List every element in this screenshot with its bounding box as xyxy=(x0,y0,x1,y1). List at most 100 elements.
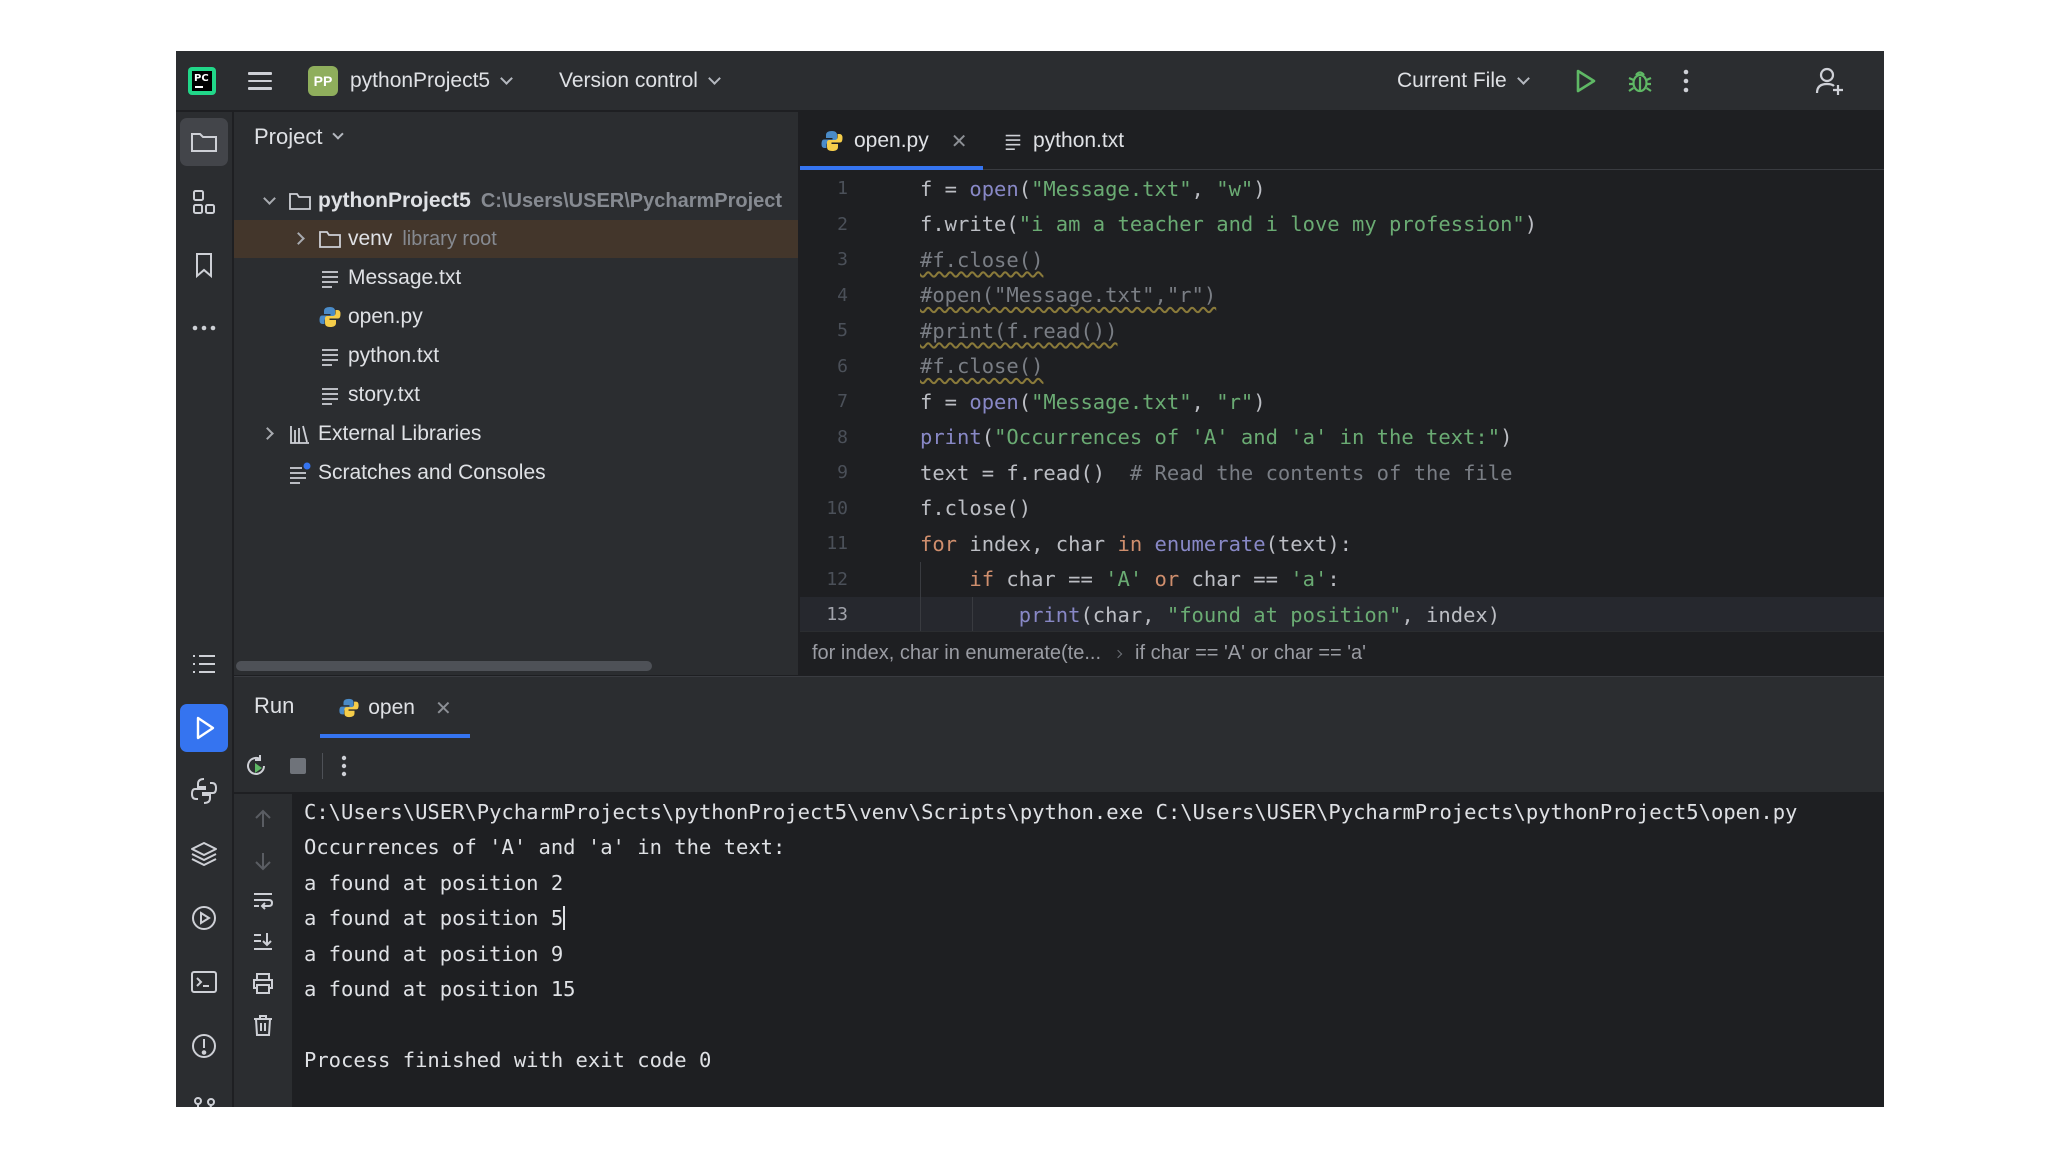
project-selector[interactable]: PP pythonProject5 xyxy=(308,51,513,111)
console-line: a found at position 2 xyxy=(304,870,564,895)
chevron-down-icon xyxy=(708,71,721,85)
tab-open-py[interactable]: open.py ✕ xyxy=(820,112,968,170)
arrow-down-icon[interactable] xyxy=(248,846,278,876)
code-line[interactable]: 3 #f.close() xyxy=(800,242,1884,278)
project-folder-icon[interactable] xyxy=(180,118,228,166)
chevron-right-icon[interactable] xyxy=(292,232,305,245)
code-line[interactable]: 1f = open("Message.txt", "w") xyxy=(800,171,1884,207)
stop-icon[interactable] xyxy=(283,751,313,781)
close-icon[interactable]: ✕ xyxy=(951,129,968,154)
console-line: Process finished with exit code 0 xyxy=(304,1048,712,1073)
console-output[interactable]: C:\Users\USER\PycharmProjects\pythonProj… xyxy=(292,794,1884,1107)
folder-icon xyxy=(318,227,342,251)
run-tool-window-icon[interactable] xyxy=(180,704,228,752)
print-icon[interactable] xyxy=(248,968,278,998)
line-number: 10 xyxy=(826,497,848,519)
scroll-to-end-icon[interactable] xyxy=(248,927,278,957)
run-panel: Run open ✕ C:\Users\USER\PycharmProjects… xyxy=(234,676,1884,1107)
code-line[interactable]: 11 for index, char in enumerate(text): xyxy=(800,526,1884,562)
code-line[interactable]: 12 if char == 'A' or char == 'a': xyxy=(800,561,1884,597)
tree-item-story-txt[interactable]: story.txt xyxy=(234,376,798,414)
terminal-icon[interactable] xyxy=(180,958,228,1006)
run-tab-open[interactable]: open ✕ xyxy=(320,677,470,739)
run-icon xyxy=(1576,69,1596,93)
main-menu-icon[interactable] xyxy=(246,51,274,111)
chevron-down-icon[interactable] xyxy=(263,192,276,205)
project-panel-header[interactable]: Project xyxy=(254,124,345,150)
more-tool-windows-icon[interactable] xyxy=(180,304,228,352)
console-line: a found at position 5 xyxy=(304,906,564,931)
tree-item-label: Scratches and Consoles xyxy=(318,461,546,484)
tree-item-label: External Libraries xyxy=(318,422,482,445)
tree-item-label: venv xyxy=(348,227,393,250)
run-panel-title: Run xyxy=(254,693,295,718)
more-options-icon[interactable] xyxy=(1681,51,1691,111)
python-file-icon xyxy=(318,305,342,329)
trash-icon[interactable] xyxy=(248,1010,278,1040)
code-line[interactable]: 4 #open("Message.txt","r") xyxy=(800,278,1884,314)
tab-python-txt[interactable]: python.txt xyxy=(1003,112,1124,170)
tree-item-scratches[interactable]: Scratches and Consoles xyxy=(234,454,798,492)
code-line[interactable]: 8 print("Occurrences of 'A' and 'a' in th… xyxy=(800,420,1884,456)
run-config-selector[interactable]: Current File xyxy=(1397,51,1530,111)
tree-item-venv[interactable]: venv library root xyxy=(234,220,798,258)
code-line[interactable]: 7f = open("Message.txt", "r") xyxy=(800,384,1884,420)
rerun-icon[interactable] xyxy=(241,751,271,781)
version-control-label: Version control xyxy=(559,69,698,92)
tab-label: python.txt xyxy=(1033,129,1125,152)
version-control-menu[interactable]: Version control xyxy=(559,51,721,111)
code-editor[interactable]: 1f = open("Message.txt", "w") 2 f.write("… xyxy=(800,171,1884,633)
chevron-down-icon xyxy=(500,71,513,85)
run-button[interactable] xyxy=(1572,51,1598,111)
run-side-toolbar xyxy=(234,794,292,1107)
python-file-icon xyxy=(339,698,359,718)
chevron-right-icon[interactable] xyxy=(261,427,274,440)
problems-icon[interactable] xyxy=(180,1022,228,1070)
services-icon[interactable] xyxy=(180,894,228,942)
tree-item-message-txt[interactable]: Message.txt xyxy=(234,259,798,297)
text-file-icon xyxy=(1005,134,1021,150)
text-caret xyxy=(563,906,566,931)
todo-list-icon[interactable] xyxy=(180,640,228,688)
tree-item-python-txt[interactable]: python.txt xyxy=(234,337,798,375)
project-panel-title: Project xyxy=(254,124,323,149)
breadcrumb-item[interactable]: if char == 'A' or char == 'a' xyxy=(1135,642,1366,665)
line-number: 12 xyxy=(826,568,848,590)
scratches-icon xyxy=(288,461,312,485)
more-options-icon[interactable] xyxy=(329,751,359,781)
line-number: 6 xyxy=(837,355,848,377)
chevron-down-icon xyxy=(332,128,345,140)
horizontal-scrollbar[interactable] xyxy=(236,661,652,671)
line-number: 3 xyxy=(837,249,848,271)
project-name: pythonProject5 xyxy=(350,69,491,92)
python-console-icon[interactable] xyxy=(180,767,228,815)
close-icon[interactable]: ✕ xyxy=(435,696,452,721)
code-line[interactable]: 9 text = f.read() # Read the contents of … xyxy=(800,455,1884,491)
project-panel: Project pythonProject5 C:\Users\USER\Pych… xyxy=(234,112,799,675)
git-branch-icon[interactable] xyxy=(180,1085,228,1107)
code-line[interactable]: 6 #f.close() xyxy=(800,349,1884,385)
bookmarks-icon[interactable] xyxy=(180,241,228,289)
chevron-down-icon xyxy=(1516,71,1530,85)
project-badge: PP xyxy=(308,66,338,96)
title-bar: PC PP pythonProject5 Version control Cur… xyxy=(176,51,1884,111)
python-packages-icon[interactable] xyxy=(180,830,228,878)
code-line[interactable]: 10 f.close() xyxy=(800,491,1884,527)
debug-button[interactable] xyxy=(1626,51,1654,111)
toolbar-divider xyxy=(322,753,323,779)
tree-item-open-py[interactable]: open.py xyxy=(234,298,798,336)
breadcrumb-item[interactable]: for index, char in enumerate(te... xyxy=(812,642,1101,665)
tree-item-external-libraries[interactable]: External Libraries xyxy=(234,415,798,453)
code-line[interactable]: 2 f.write("i am a teacher and i love my p… xyxy=(800,207,1884,243)
arrow-up-icon[interactable] xyxy=(248,804,278,834)
code-line[interactable]: 5 #print(f.read()) xyxy=(800,313,1884,349)
pycharm-logo-icon: PC xyxy=(188,67,216,95)
console-line: Occurrences of 'A' and 'a' in the text: xyxy=(304,835,786,860)
tree-item-label: open.py xyxy=(348,305,423,328)
structure-icon[interactable] xyxy=(180,178,228,226)
add-user-icon[interactable] xyxy=(1814,51,1846,111)
library-icon xyxy=(288,422,312,446)
soft-wrap-icon[interactable] xyxy=(248,886,278,916)
tree-item-project-root[interactable]: pythonProject5 C:\Users\USER\PycharmProje… xyxy=(234,182,798,220)
code-line-current[interactable]: 13 print(char, "found at position", inde… xyxy=(800,597,1884,633)
